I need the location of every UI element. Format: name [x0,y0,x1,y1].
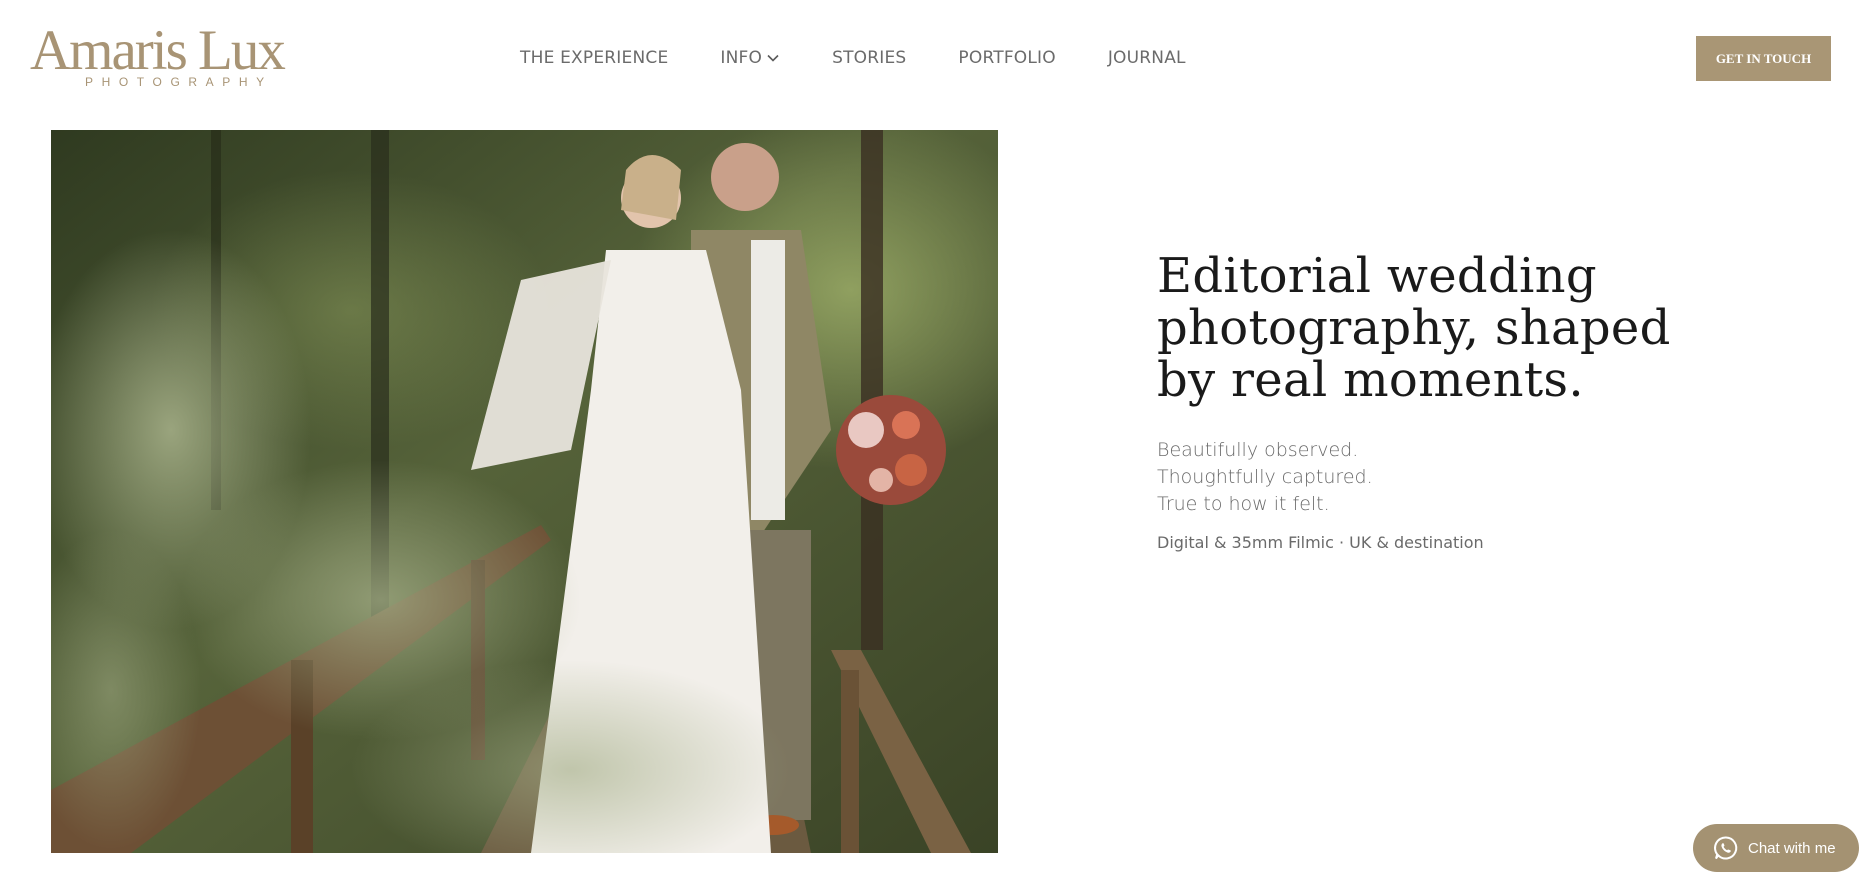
hero-headline-line: photography, shaped [1157,300,1671,356]
chat-with-me-button[interactable]: Chat with me [1693,824,1859,872]
hero-headline-line: by real moments. [1157,352,1584,408]
brand-logo-wordmark: Amaris Lux [30,19,286,82]
site-header: Amaris Lux PHOTOGRAPHY THE EXPERIENCE IN… [0,0,1870,118]
nav-item-journal[interactable]: JOURNAL [1108,48,1186,68]
hero-tagline-line: Beautifully observed. [1157,439,1359,461]
brand-logo-tagline: PHOTOGRAPHY [85,75,273,89]
nav-item-info-label: INFO [720,48,763,68]
hero-headline-line: Editorial wedding [1157,248,1597,304]
hero-tagline-line: Thoughtfully captured. [1157,466,1373,488]
hero-wedding-photo [51,130,998,853]
brand-logo[interactable]: Amaris Lux PHOTOGRAPHY [30,22,330,92]
chat-label: Chat with me [1748,839,1836,857]
hero-text: Editorial wedding photography, shaped by… [1157,250,1677,552]
hero-photo-illustration [51,130,998,853]
nav-item-the-experience[interactable]: THE EXPERIENCE [520,48,668,68]
whatsapp-icon [1714,836,1738,860]
hero-headline: Editorial wedding photography, shaped by… [1157,250,1677,406]
get-in-touch-button[interactable]: GET IN TOUCH [1696,36,1831,81]
hero-tagline: Beautifully observed. Thoughtfully captu… [1157,437,1677,518]
nav-item-info[interactable]: INFO [720,48,780,68]
nav-item-stories[interactable]: STORIES [832,48,906,68]
hero-tagline-line: True to how it felt. [1157,493,1330,515]
chevron-down-icon [767,54,779,62]
nav-item-portfolio[interactable]: PORTFOLIO [958,48,1055,68]
hero-meta: Digital & 35mm Filmic · UK & destination [1157,533,1484,552]
main-nav: THE EXPERIENCE INFO STORIES PORTFOLIO JO… [520,46,1186,70]
